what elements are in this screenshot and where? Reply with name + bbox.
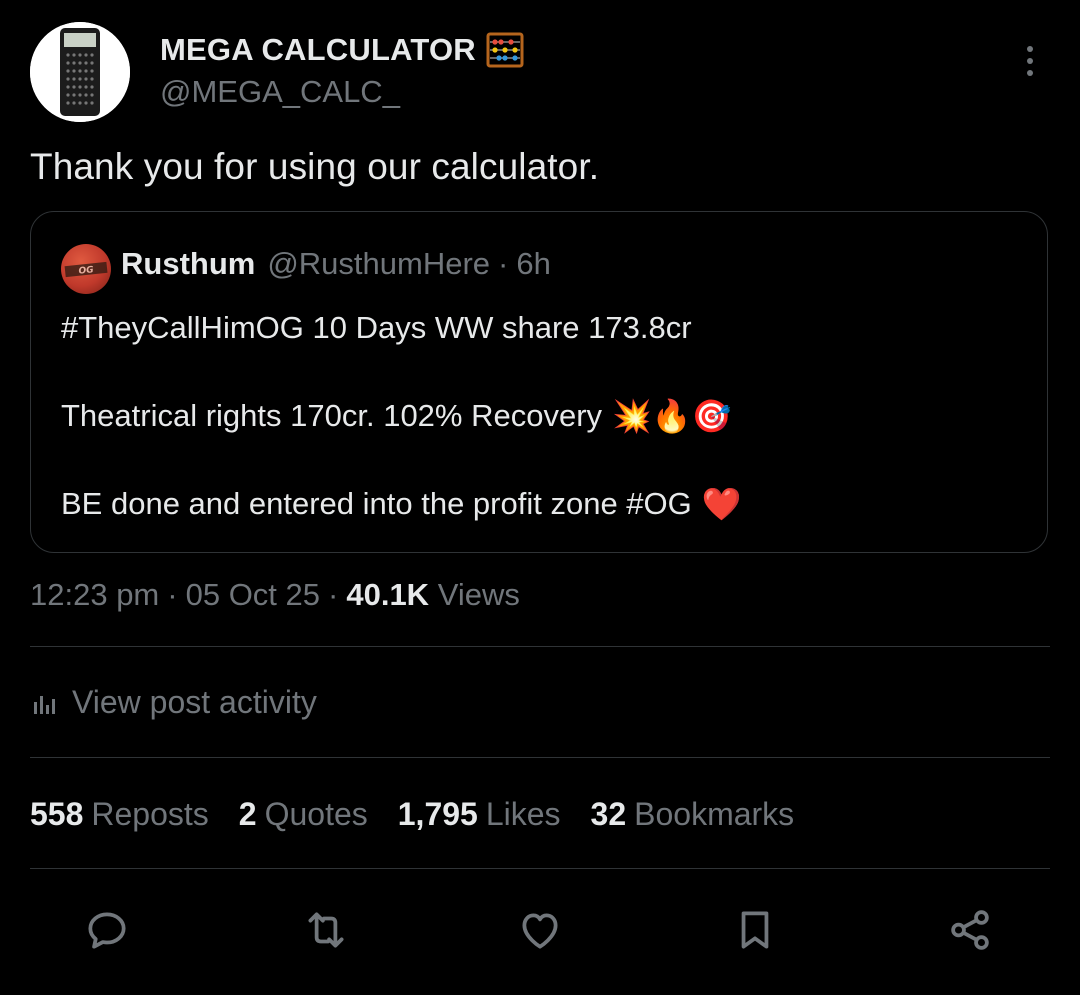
- views-count: 40.1K: [346, 577, 430, 612]
- views-label: Views: [437, 577, 520, 612]
- quotes-label: Quotes: [264, 796, 368, 832]
- reposts-label: Reposts: [91, 796, 209, 832]
- heart-emoji: ❤️: [701, 485, 742, 523]
- likes-stat[interactable]: 1,795 Likes: [398, 796, 561, 833]
- post-time[interactable]: 12:23 pm: [30, 577, 159, 613]
- more-options-button[interactable]: [1012, 38, 1048, 84]
- quoted-post[interactable]: OG Rusthum @RusthumHere · 6h #TheyCallHi…: [30, 211, 1048, 553]
- reply-button[interactable]: [75, 898, 139, 962]
- reposts-count: 558: [30, 796, 84, 832]
- post-meta: 12:23 pm · 05 Oct 25 · 40.1K Views: [30, 577, 520, 613]
- quote-author-handle[interactable]: @RusthumHere: [267, 246, 490, 282]
- quote-text-line-1: #TheyCallHimOG 10 Days WW share 173.8cr: [61, 310, 692, 346]
- svg-text:OG: OG: [78, 265, 94, 277]
- quote-line-1-text: #TheyCallHimOG 10 Days WW share 173.8cr: [61, 310, 692, 345]
- divider: [30, 646, 1050, 647]
- bookmarks-stat[interactable]: 32 Bookmarks: [591, 796, 795, 833]
- post-detail: MEGA CALCULATOR @MEGA_CALC_ Thank you fo…: [0, 0, 1080, 995]
- action-bar: [0, 898, 1080, 962]
- repost-icon: [308, 912, 344, 948]
- abacus-icon: [486, 32, 524, 68]
- quote-header: Rusthum @RusthumHere · 6h: [121, 246, 551, 282]
- view-post-activity-link[interactable]: View post activity: [30, 684, 317, 721]
- likes-label: Likes: [485, 796, 561, 832]
- meta-separator: ·: [167, 577, 178, 612]
- likes-count: 1,795: [397, 796, 478, 832]
- quote-line-2-text: Theatrical rights 170cr. 102% Recovery: [61, 398, 603, 433]
- more-dot-icon: [1027, 58, 1033, 64]
- bookmarks-label: Bookmarks: [634, 796, 795, 832]
- share-button[interactable]: [938, 898, 1002, 962]
- divider: [30, 757, 1050, 758]
- quote-time[interactable]: 6h: [516, 246, 550, 282]
- quotes-stat[interactable]: 2 Quotes: [239, 796, 368, 833]
- like-button[interactable]: [508, 898, 572, 962]
- bookmarks-count: 32: [590, 796, 627, 832]
- quote-separator: ·: [498, 246, 509, 281]
- more-dot-icon: [1027, 70, 1033, 76]
- share-icon: [951, 910, 989, 950]
- quote-text-line-2: Theatrical rights 170cr. 102% Recovery 💥…: [61, 397, 732, 435]
- quotes-count: 2: [238, 796, 257, 832]
- meta-separator: ·: [328, 577, 339, 612]
- view-post-activity-label: View post activity: [72, 684, 317, 720]
- quote-line-3-text: BE done and entered into the profit zone…: [61, 486, 692, 521]
- quote-author-avatar[interactable]: OG: [61, 244, 111, 294]
- post-text: Thank you for using our calculator.: [30, 146, 600, 187]
- quote-author-name[interactable]: Rusthum: [121, 246, 255, 282]
- bookmark-button[interactable]: [723, 898, 787, 962]
- reply-icon: [88, 912, 126, 949]
- quote-text-line-3: BE done and entered into the profit zone…: [61, 485, 742, 523]
- like-icon: [522, 913, 558, 949]
- author-name-text: MEGA CALCULATOR: [160, 32, 476, 67]
- author-display-name[interactable]: MEGA CALCULATOR: [160, 32, 524, 68]
- quote-line-2-emojis: 💥🔥🎯: [612, 397, 732, 435]
- repost-button[interactable]: [294, 898, 358, 962]
- bookmark-icon: [741, 911, 769, 949]
- post-date[interactable]: 05 Oct 25: [186, 577, 320, 613]
- more-dot-icon: [1027, 46, 1033, 52]
- logo-avatar-icon: OG: [64, 261, 108, 278]
- author-avatar[interactable]: [30, 22, 130, 122]
- calculator-avatar-icon: [30, 22, 130, 122]
- divider: [30, 868, 1050, 869]
- reposts-stat[interactable]: 558 Reposts: [30, 796, 209, 833]
- engagement-stats: 558 Reposts 2 Quotes 1,795 Likes 32 Bookmark…: [30, 796, 794, 833]
- author-handle[interactable]: @MEGA_CALC_: [160, 74, 400, 110]
- analytics-bars-icon: [34, 695, 55, 714]
